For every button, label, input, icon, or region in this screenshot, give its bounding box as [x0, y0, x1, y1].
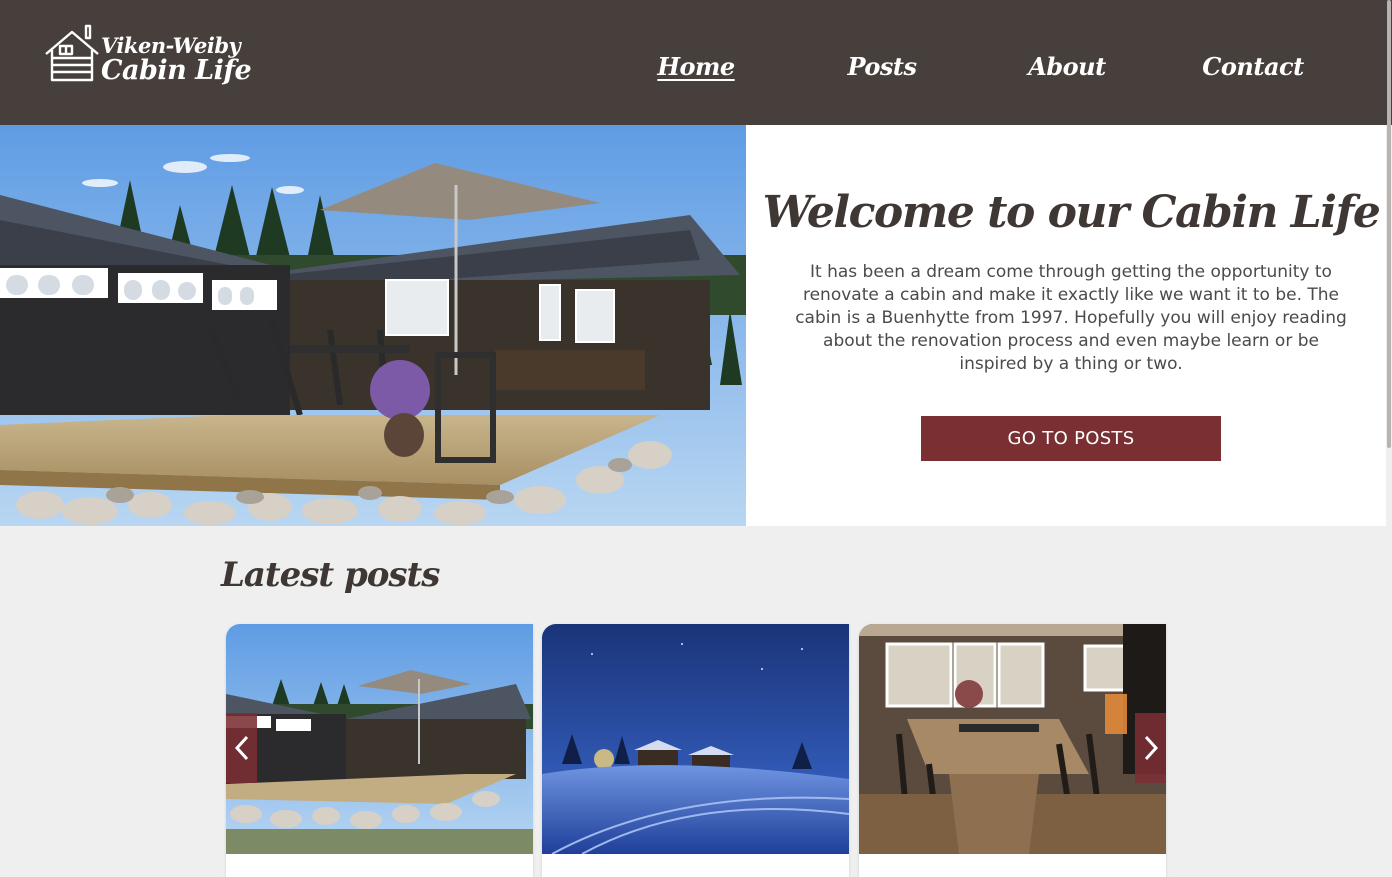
chevron-left-icon — [234, 735, 248, 761]
logo-text-bottom: Cabin Life — [101, 55, 252, 86]
nav-about[interactable]: About — [1028, 52, 1106, 81]
nav-home[interactable]: Home — [657, 52, 735, 81]
hero-title: Welcome to our Cabin Life — [762, 187, 1381, 238]
post-card-image — [226, 624, 533, 854]
page-scrollbar[interactable] — [1386, 0, 1392, 877]
hero-panel: Welcome to our Cabin Life It has been a … — [746, 125, 1386, 526]
cabin-icon — [45, 24, 99, 82]
site-header: Viken-Weiby Cabin Life Home Posts About … — [0, 0, 1392, 125]
nav-posts[interactable]: Posts — [847, 52, 917, 81]
go-to-posts-button[interactable]: GO TO POSTS — [921, 416, 1221, 461]
latest-posts-title: Latest posts — [221, 555, 440, 595]
site-logo[interactable]: Viken-Weiby Cabin Life — [44, 24, 252, 94]
nav-contact[interactable]: Contact — [1202, 52, 1304, 81]
post-card-image — [542, 624, 849, 854]
carousel-prev-button[interactable] — [226, 713, 257, 783]
hero-image — [0, 125, 746, 526]
chevron-right-icon — [1144, 735, 1158, 761]
hero-description: It has been a dream come through getting… — [795, 262, 1347, 374]
post-card[interactable] — [859, 624, 1166, 877]
post-card[interactable] — [542, 624, 849, 877]
post-card-image — [859, 624, 1166, 854]
carousel-next-button[interactable] — [1135, 713, 1166, 783]
post-card[interactable] — [226, 624, 533, 877]
